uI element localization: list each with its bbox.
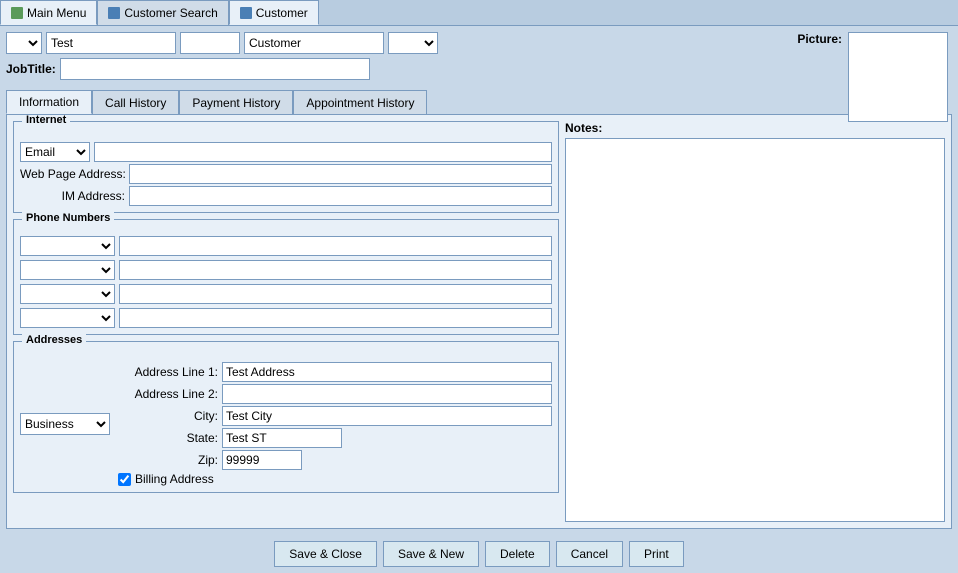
phone-input-3[interactable] [119, 284, 552, 304]
billing-checkbox[interactable] [118, 473, 131, 486]
jobtitle-label: JobTitle: [6, 62, 56, 76]
email-row: Email Home Work [20, 142, 552, 162]
addr-city-label: City: [118, 409, 218, 423]
addr-state-input[interactable] [222, 428, 342, 448]
information-panel: Internet Email Home Work Web Page Addr [6, 114, 952, 529]
tab-appointment-history[interactable]: Appointment History [293, 90, 427, 114]
tab-information[interactable]: Information [6, 90, 92, 114]
addr-line2-label: Address Line 2: [118, 387, 218, 401]
print-button[interactable]: Print [629, 541, 684, 567]
middle-name-input[interactable] [180, 32, 240, 54]
tab-payment-history[interactable]: Payment History [179, 90, 293, 114]
addr-line2-row: Address Line 2: [118, 384, 552, 404]
internet-section: Internet Email Home Work Web Page Addr [13, 121, 559, 213]
upper-section: Mr. Ms. Mrs. Dr. Jr. Sr. II III JobTitle… [6, 32, 952, 86]
addr-city-input[interactable] [222, 406, 552, 426]
phone-type-select-1[interactable]: HomeWorkMobileFax [20, 236, 115, 256]
addr-state-row: State: [118, 428, 552, 448]
phone-type-select-4[interactable]: HomeWorkMobileFax [20, 308, 115, 328]
addr-line1-row: Address Line 1: [118, 362, 552, 382]
tab-call-history[interactable]: Call History [92, 90, 179, 114]
addr-zip-input[interactable] [222, 450, 302, 470]
picture-box [848, 32, 948, 122]
webpage-row: Web Page Address: [20, 164, 552, 184]
im-label: IM Address: [20, 189, 125, 203]
tab-main-menu[interactable]: Main Menu [0, 0, 97, 25]
webpage-input[interactable] [129, 164, 552, 184]
im-row: IM Address: [20, 186, 552, 206]
phone-row-2: HomeWorkMobileFax [20, 260, 552, 280]
suffix-select[interactable]: Jr. Sr. II III [388, 32, 438, 54]
jobtitle-input[interactable] [60, 58, 370, 80]
phone-type-select-3[interactable]: HomeWorkMobileFax [20, 284, 115, 304]
internet-legend: Internet [22, 114, 70, 126]
phone-type-select-2[interactable]: HomeWorkMobileFax [20, 260, 115, 280]
tab-customer[interactable]: Customer [229, 0, 319, 25]
title-bar: Main Menu Customer Search Customer [0, 0, 958, 26]
delete-button[interactable]: Delete [485, 541, 550, 567]
phone-row-3: HomeWorkMobileFax [20, 284, 552, 304]
phone-input-1[interactable] [119, 236, 552, 256]
tab-customer-search-label: Customer Search [124, 6, 217, 20]
first-name-input[interactable] [46, 32, 176, 54]
main-menu-icon [11, 7, 23, 19]
addr-line1-input[interactable] [222, 362, 552, 382]
addresses-section: Addresses Business Home Other Address Li… [13, 341, 559, 493]
phone-row-4: HomeWorkMobileFax [20, 308, 552, 328]
phone-input-2[interactable] [119, 260, 552, 280]
addr-zip-row: Zip: [118, 450, 552, 470]
last-name-input[interactable] [244, 32, 384, 54]
addr-line1-label: Address Line 1: [118, 365, 218, 379]
address-select-row: Business Home Other Address Line 1: Addr… [20, 362, 552, 486]
addresses-legend: Addresses [22, 334, 86, 346]
address-form: Address Line 1: Address Line 2: City: [118, 362, 552, 486]
prefix-select[interactable]: Mr. Ms. Mrs. Dr. [6, 32, 42, 54]
addr-city-row: City: [118, 406, 552, 426]
tab-customer-search[interactable]: Customer Search [97, 0, 228, 25]
panel-right: Notes: [565, 121, 945, 522]
bottom-bar: Save & Close Save & New Delete Cancel Pr… [0, 535, 958, 573]
panel-left: Internet Email Home Work Web Page Addr [13, 121, 559, 522]
tab-customer-label: Customer [256, 6, 308, 20]
phone-row-1: HomeWorkMobileFax [20, 236, 552, 256]
cancel-button[interactable]: Cancel [556, 541, 623, 567]
billing-row: Billing Address [118, 472, 552, 486]
save-new-button[interactable]: Save & New [383, 541, 479, 567]
save-close-button[interactable]: Save & Close [274, 541, 377, 567]
notes-label: Notes: [565, 121, 945, 135]
phone-section: Phone Numbers HomeWorkMobileFax HomeWork… [13, 219, 559, 335]
email-input[interactable] [94, 142, 552, 162]
im-input[interactable] [129, 186, 552, 206]
picture-label: Picture: [797, 32, 842, 46]
tab-main-menu-label: Main Menu [27, 6, 86, 20]
billing-label: Billing Address [135, 472, 214, 486]
customer-icon [240, 7, 252, 19]
address-type-select[interactable]: Business Home Other [20, 413, 110, 435]
phone-legend: Phone Numbers [22, 212, 114, 224]
webpage-label: Web Page Address: [20, 167, 125, 181]
addr-line2-input[interactable] [222, 384, 552, 404]
addr-zip-label: Zip: [118, 453, 218, 467]
email-type-select[interactable]: Email Home Work [20, 142, 90, 162]
addr-state-label: State: [118, 431, 218, 445]
customer-search-icon [108, 7, 120, 19]
phone-input-4[interactable] [119, 308, 552, 328]
notes-textarea[interactable] [565, 138, 945, 522]
